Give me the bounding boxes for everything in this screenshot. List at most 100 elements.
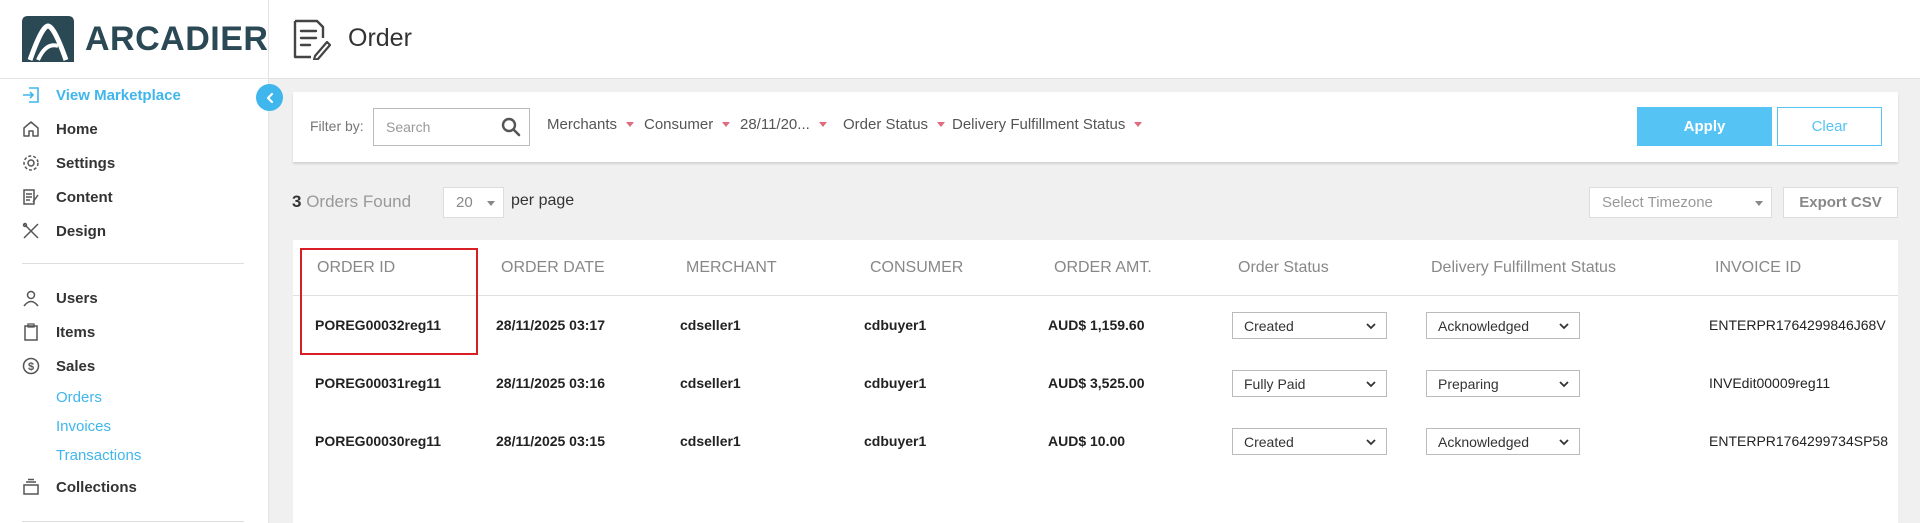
dropdown-label: Consumer (644, 116, 714, 133)
date-filter-dropdown[interactable]: 28/11/20... (740, 116, 827, 133)
order-date-cell: 28/11/2025 03:16 (496, 375, 605, 391)
sidebar-subitem-transactions[interactable]: Transactions (56, 447, 141, 464)
sidebar-item-users[interactable]: Users (22, 286, 98, 310)
sidebar-item-label: Sales (56, 357, 96, 375)
delivery-fulfillment-filter-dropdown[interactable]: Delivery Fulfillment Status (952, 116, 1143, 133)
fulfillment-status-select[interactable]: Acknowledged (1426, 428, 1580, 455)
table-header-divider (293, 295, 1898, 296)
sidebar-item-label: Items (56, 323, 96, 341)
chevron-down-icon (1366, 381, 1376, 388)
content-icon (22, 188, 40, 206)
order-document-icon (293, 19, 331, 60)
orders-count: 3 (292, 192, 302, 211)
sidebar-item-content[interactable]: Content (22, 185, 113, 209)
order-status-select[interactable]: Created (1232, 428, 1387, 455)
filter-panel: Filter by: Merchants Consumer 28/11/20..… (293, 92, 1898, 162)
sidebar-item-design[interactable]: Design (22, 219, 106, 243)
caret-down-icon (487, 201, 495, 206)
merchants-filter-dropdown[interactable]: Merchants (547, 116, 635, 133)
search-icon[interactable] (501, 117, 521, 137)
sidebar-item-sales[interactable]: $ Sales (22, 354, 95, 378)
svg-text:$: $ (28, 361, 34, 373)
per-page-select[interactable]: 20 (443, 187, 504, 218)
fulfillment-status-select[interactable]: Preparing (1426, 370, 1580, 397)
invoice-id-link[interactable]: ENTERPR1764299734SP58 (1709, 433, 1888, 449)
sidebar-subitem-orders[interactable]: Orders (56, 389, 102, 406)
invoice-id-link[interactable]: ENTERPR1764299846J68V (1709, 317, 1886, 333)
clipboard-icon (22, 323, 40, 341)
column-header-order-id[interactable]: ORDER ID (317, 259, 395, 277)
fulfillment-status-value: Acknowledged (1438, 317, 1530, 334)
sidebar-item-settings[interactable]: Settings (22, 151, 115, 175)
brand-name: ARCADIER (85, 20, 269, 58)
chevron-down-icon (1366, 323, 1376, 330)
dropdown-label: Merchants (547, 116, 618, 133)
invoice-id-link[interactable]: INVEdit00009reg11 (1709, 375, 1830, 391)
dropdown-label: 28/11/20... (740, 116, 810, 133)
order-amount-cell: AUD$ 10.00 (1048, 433, 1126, 449)
order-amount-cell: AUD$ 3,525.00 (1048, 375, 1145, 391)
dropdown-label: Order Status (843, 116, 929, 133)
apply-button[interactable]: Apply (1637, 107, 1772, 146)
search-input[interactable] (374, 109, 484, 145)
order-date-cell: 28/11/2025 03:17 (496, 317, 605, 333)
column-header-order-amount[interactable]: ORDER AMT. (1054, 259, 1152, 277)
chevron-down-icon (1366, 439, 1376, 446)
fulfillment-status-value: Acknowledged (1438, 433, 1530, 450)
order-status-select[interactable]: Fully Paid (1232, 370, 1387, 397)
merchant-cell: cdseller1 (680, 375, 741, 391)
consumer-filter-dropdown[interactable]: Consumer (644, 116, 731, 133)
caret-down-icon (1134, 122, 1143, 127)
sidebar-item-home[interactable]: Home (22, 117, 98, 141)
fulfillment-status-select[interactable]: Acknowledged (1426, 312, 1580, 339)
caret-down-icon (818, 122, 827, 127)
column-header-invoice-id[interactable]: INVOICE ID (1715, 259, 1801, 277)
chevron-down-icon (1559, 381, 1569, 388)
clear-button[interactable]: Clear (1777, 107, 1882, 146)
order-id-link[interactable]: POREG00032reg11 (315, 317, 441, 333)
order-id-link[interactable]: POREG00030reg11 (315, 433, 441, 449)
caret-down-icon (937, 122, 946, 127)
order-date-cell: 28/11/2025 03:15 (496, 433, 605, 449)
fulfillment-status-value: Preparing (1438, 375, 1499, 392)
sidebar-item-label: Settings (56, 154, 116, 172)
timezone-select[interactable]: Select Timezone (1589, 187, 1772, 218)
search-box[interactable] (373, 108, 530, 146)
order-status-filter-dropdown[interactable]: Order Status (843, 116, 946, 133)
orders-table: ORDER ID ORDER DATE MERCHANT CONSUMER OR… (293, 240, 1898, 523)
sidebar-item-items[interactable]: Items (22, 320, 95, 344)
caret-down-icon (1755, 201, 1763, 206)
sidebar-item-label: View Marketplace (56, 86, 181, 104)
user-icon (22, 289, 40, 307)
column-header-consumer[interactable]: CONSUMER (870, 259, 963, 277)
arcadier-logo[interactable]: ARCADIER (22, 16, 268, 62)
sidebar-divider (22, 521, 244, 522)
sidebar-item-collections[interactable]: Collections (22, 475, 137, 499)
sidebar-item-view-marketplace[interactable]: View Marketplace (22, 83, 181, 107)
column-header-order-date[interactable]: ORDER DATE (501, 259, 605, 277)
order-id-link[interactable]: POREG00031reg11 (315, 375, 441, 391)
export-csv-button[interactable]: Export CSV (1783, 187, 1898, 218)
sidebar-subitem-invoices[interactable]: Invoices (56, 418, 111, 435)
home-icon (22, 120, 40, 138)
order-status-value: Fully Paid (1244, 375, 1306, 392)
chevron-left-icon (266, 92, 273, 103)
orders-found-label: Orders Found (306, 192, 412, 211)
arcadier-logo-icon (22, 16, 74, 62)
sidebar-divider (22, 263, 244, 264)
sidebar-item-label: Collections (56, 478, 137, 496)
timezone-placeholder: Select Timezone (1602, 194, 1713, 211)
order-status-select[interactable]: Created (1232, 312, 1387, 339)
dollar-icon: $ (22, 357, 40, 375)
sidebar-collapse-button[interactable] (256, 84, 283, 111)
sign-in-icon (22, 86, 40, 104)
column-header-order-status[interactable]: Order Status (1238, 259, 1329, 277)
sidebar-item-label: Users (56, 289, 98, 307)
dropdown-label: Delivery Fulfillment Status (952, 116, 1126, 133)
column-header-delivery-fulfillment-status[interactable]: Delivery Fulfillment Status (1431, 259, 1616, 277)
page-title: Order (348, 24, 412, 52)
caret-down-icon (722, 122, 731, 127)
column-header-merchant[interactable]: MERCHANT (686, 259, 777, 277)
merchant-cell: cdseller1 (680, 317, 741, 333)
header-divider (268, 0, 269, 79)
